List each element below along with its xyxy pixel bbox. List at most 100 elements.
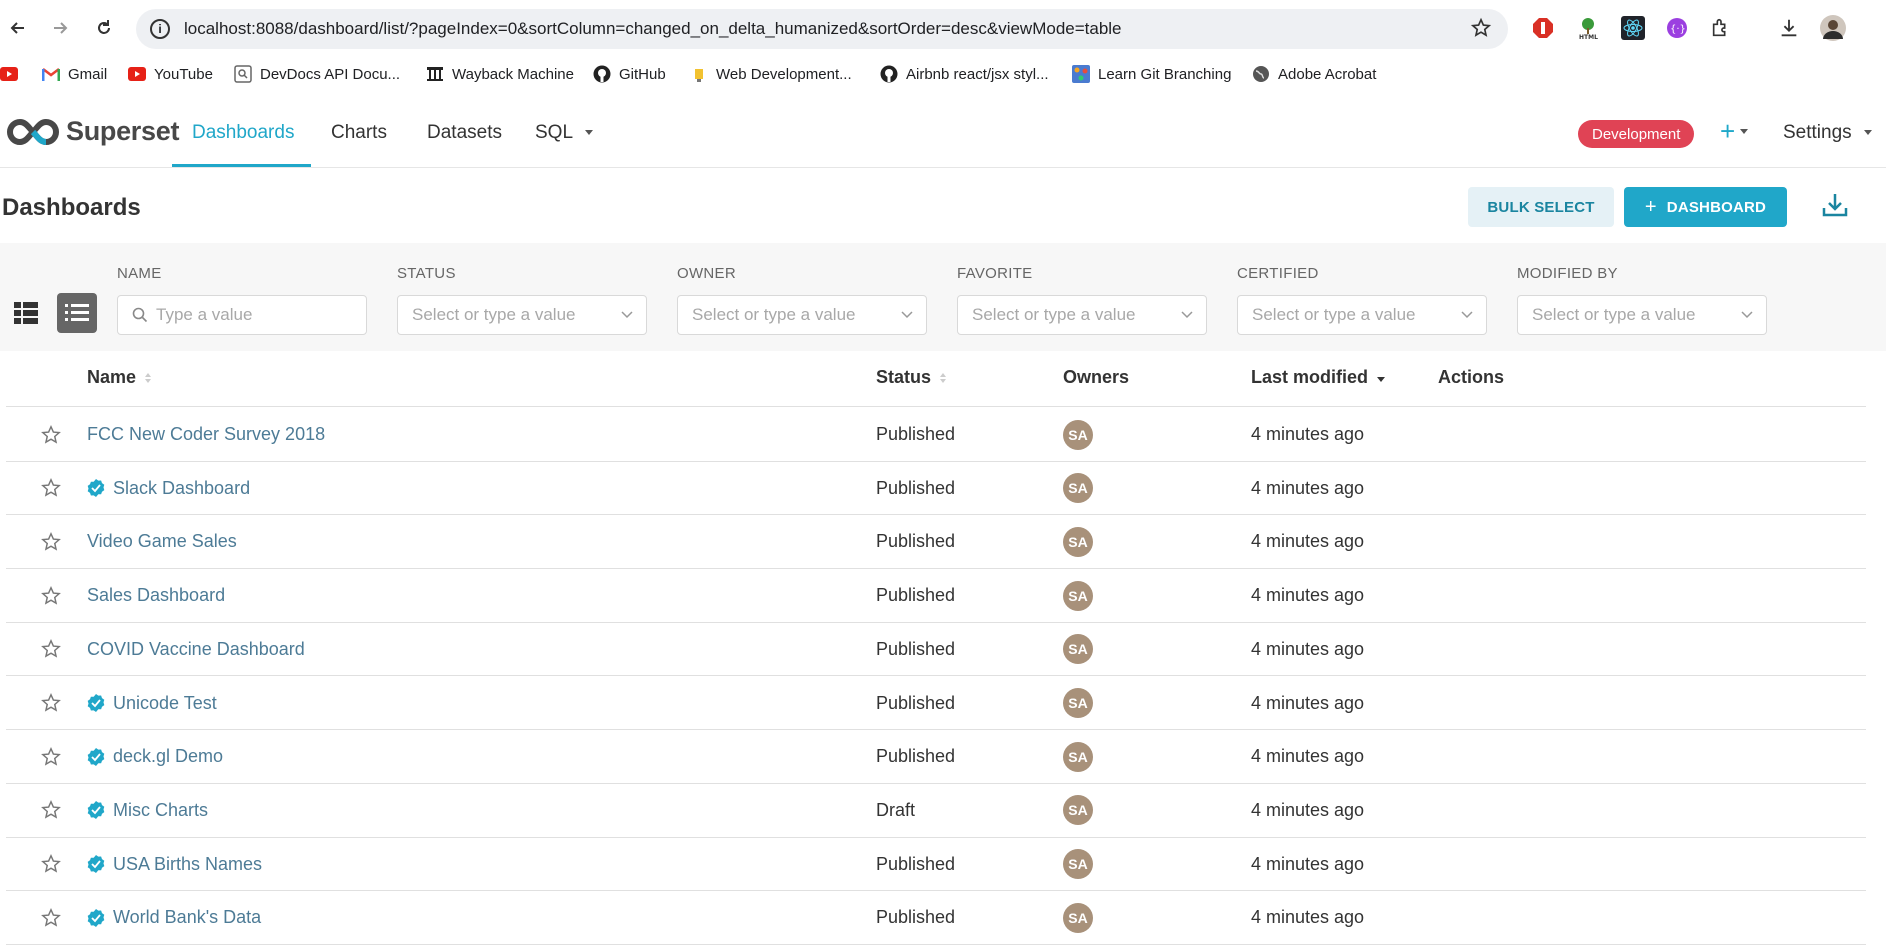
favorite-star-icon[interactable] bbox=[40, 569, 62, 622]
add-dashboard-label: DASHBOARD bbox=[1666, 198, 1767, 216]
favorite-star-icon[interactable] bbox=[40, 677, 62, 730]
nav-dashboards[interactable]: Dashboards bbox=[192, 122, 294, 144]
owner-avatar[interactable]: SA bbox=[1063, 688, 1093, 718]
owners-cell: SA bbox=[1063, 677, 1093, 730]
favorite-star-icon[interactable] bbox=[40, 515, 62, 568]
dashboard-name-link[interactable]: Misc Charts bbox=[113, 800, 208, 821]
nav-datasets[interactable]: Datasets bbox=[427, 122, 502, 144]
dashboard-name-link[interactable]: USA Births Names bbox=[113, 854, 262, 875]
name-search-input[interactable]: Type a value bbox=[117, 295, 367, 335]
list-view-toggle[interactable] bbox=[57, 293, 97, 333]
dashboard-name-link[interactable]: FCC New Coder Survey 2018 bbox=[87, 424, 325, 445]
globe-icon bbox=[1252, 65, 1270, 83]
table-row[interactable]: Unicode Test Published SA 4 minutes ago bbox=[6, 677, 1866, 731]
nav-sql[interactable]: SQL bbox=[535, 122, 594, 144]
superset-logo[interactable]: Superset bbox=[6, 116, 179, 147]
status-cell: Published bbox=[876, 907, 956, 928]
table-row[interactable]: Misc Charts Draft SA 4 minutes ago bbox=[6, 784, 1866, 838]
favorite-star-icon[interactable] bbox=[40, 730, 62, 783]
bookmark-star-icon[interactable] bbox=[1470, 17, 1492, 44]
dashboard-name-link[interactable]: Sales Dashboard bbox=[87, 585, 225, 606]
bookmark-item[interactable]: Airbnb react/jsx styl... bbox=[880, 65, 1049, 83]
dashboard-name-link[interactable]: Slack Dashboard bbox=[113, 478, 250, 499]
favorite-star-icon[interactable] bbox=[40, 408, 62, 461]
bookmark-item[interactable]: Learn Git Branching bbox=[1072, 65, 1231, 83]
table-row[interactable]: COVID Vaccine Dashboard Published SA 4 m… bbox=[6, 623, 1866, 677]
bookmark-item[interactable]: Gmail bbox=[42, 65, 107, 83]
add-dashboard-button[interactable]: + DASHBOARD bbox=[1624, 187, 1787, 227]
table-row[interactable]: USA Births Names Published SA 4 minutes … bbox=[6, 838, 1866, 892]
dashboard-name-cell: Misc Charts bbox=[87, 784, 208, 837]
purple-extension-icon[interactable]: {·} bbox=[1664, 15, 1690, 41]
reload-icon[interactable] bbox=[86, 10, 122, 46]
owner-avatar[interactable]: SA bbox=[1063, 419, 1093, 450]
dashboard-name-link[interactable]: Unicode Test bbox=[113, 693, 217, 714]
adblock-extension-icon[interactable] bbox=[1530, 15, 1556, 41]
html-extension-icon[interactable]: HTML bbox=[1575, 15, 1601, 41]
owner-avatar[interactable]: SA bbox=[1063, 634, 1093, 665]
bookmark-item[interactable]: GitHub bbox=[593, 65, 666, 83]
owner-avatar[interactable]: SA bbox=[1063, 849, 1093, 880]
owner-select[interactable]: Select or type a value bbox=[677, 295, 927, 335]
owner-avatar[interactable]: SA bbox=[1063, 902, 1093, 933]
table-row[interactable]: deck.gl Demo Published SA 4 minutes ago bbox=[6, 730, 1866, 784]
owners-cell: SA bbox=[1063, 730, 1093, 783]
favorite-star-icon[interactable] bbox=[40, 462, 62, 515]
table-row[interactable]: Slack Dashboard Published SA 4 minutes a… bbox=[6, 462, 1866, 516]
column-header-label: Name bbox=[87, 367, 137, 387]
owner-avatar[interactable]: SA bbox=[1063, 526, 1093, 557]
react-devtools-icon[interactable] bbox=[1620, 15, 1646, 41]
certified-select[interactable]: Select or type a value bbox=[1237, 295, 1487, 335]
certified-icon bbox=[87, 694, 105, 712]
extensions-puzzle-icon[interactable] bbox=[1708, 15, 1734, 41]
favorite-star-icon[interactable] bbox=[40, 891, 62, 944]
last-modified-cell: 4 minutes ago bbox=[1251, 638, 1365, 659]
settings-menu[interactable]: Settings bbox=[1783, 122, 1873, 144]
profile-avatar[interactable] bbox=[1820, 15, 1846, 41]
back-icon[interactable] bbox=[0, 10, 36, 46]
modified-by-select[interactable]: Select or type a value bbox=[1517, 295, 1767, 335]
nav-charts[interactable]: Charts bbox=[331, 122, 387, 144]
forward-icon[interactable] bbox=[42, 10, 78, 46]
owner-avatar[interactable]: SA bbox=[1063, 795, 1093, 826]
table-row[interactable]: FCC New Coder Survey 2018 Published SA 4… bbox=[6, 408, 1866, 462]
bookmark-item[interactable]: Web Development... bbox=[690, 65, 852, 83]
dashboard-name-link[interactable]: COVID Vaccine Dashboard bbox=[87, 639, 305, 660]
bookmark-item[interactable]: Wayback Machine bbox=[426, 65, 574, 83]
import-dashboard-icon[interactable] bbox=[1820, 190, 1850, 225]
new-item-menu[interactable]: + bbox=[1720, 116, 1749, 147]
bookmark-item[interactable]: DevDocs API Docu... bbox=[234, 65, 400, 83]
owner-avatar[interactable]: SA bbox=[1063, 580, 1093, 611]
favorite-star-icon[interactable] bbox=[40, 623, 62, 676]
status-cell: Published bbox=[876, 424, 956, 444]
column-header-status[interactable]: Status bbox=[876, 367, 947, 388]
favorite-select[interactable]: Select or type a value bbox=[957, 295, 1207, 335]
favorite-star-icon[interactable] bbox=[40, 838, 62, 891]
bookmark-item[interactable]: Adobe Acrobat bbox=[1252, 65, 1376, 83]
dashboard-name-link[interactable]: deck.gl Demo bbox=[113, 746, 223, 767]
column-header-last-modified[interactable]: Last modified bbox=[1251, 367, 1386, 388]
table-row[interactable]: Video Game Sales Published SA 4 minutes … bbox=[6, 515, 1866, 570]
nav-sql-label: SQL bbox=[535, 122, 573, 143]
owner-avatar[interactable]: SA bbox=[1063, 741, 1093, 772]
bookmark-item[interactable]: YouTube bbox=[128, 65, 213, 83]
bookmark-youtube-small[interactable] bbox=[0, 65, 26, 83]
address-bar[interactable]: i localhost:8088/dashboard/list/?pageInd… bbox=[136, 9, 1508, 49]
bulk-select-button[interactable]: BULK SELECT bbox=[1468, 187, 1614, 227]
favorite-star-icon[interactable] bbox=[40, 784, 62, 837]
owner-avatar[interactable]: SA bbox=[1063, 473, 1093, 504]
dashboard-name-link[interactable]: World Bank's Data bbox=[113, 907, 261, 928]
filter-label: MODIFIED BY bbox=[1517, 265, 1618, 282]
download-icon[interactable] bbox=[1776, 15, 1802, 41]
column-header-name[interactable]: Name bbox=[87, 367, 152, 388]
table-row[interactable]: World Bank's Data Published SA 4 minutes… bbox=[6, 891, 1866, 945]
grid-icon bbox=[14, 302, 38, 324]
card-view-toggle[interactable] bbox=[6, 293, 46, 333]
table-row[interactable]: Sales Dashboard Published SA 4 minutes a… bbox=[6, 569, 1866, 623]
dashboard-name-link[interactable]: Video Game Sales bbox=[87, 531, 237, 552]
status-select[interactable]: Select or type a value bbox=[397, 295, 647, 335]
certified-icon bbox=[87, 747, 105, 766]
status-cell: Published bbox=[876, 585, 956, 606]
modified-by-select-placeholder: Select or type a value bbox=[1532, 305, 1696, 324]
site-info-icon[interactable]: i bbox=[150, 19, 170, 39]
